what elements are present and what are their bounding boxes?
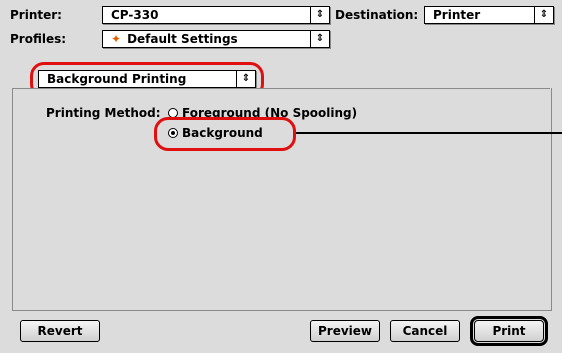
printer-label: Printer:: [10, 8, 62, 22]
destination-value: Printer: [433, 8, 481, 22]
panel-divider: [12, 88, 550, 89]
updown-arrows-icon: ⇕: [236, 71, 255, 87]
preview-button[interactable]: Preview: [310, 320, 380, 342]
profiles-label: Profiles:: [10, 32, 67, 46]
profiles-value: Default Settings: [127, 32, 238, 46]
printer-value: CP-330: [111, 8, 159, 22]
radio-background-label: Background: [182, 126, 263, 140]
radio-button-selected-icon: [168, 128, 178, 138]
print-button[interactable]: Print: [470, 316, 548, 346]
cancel-button[interactable]: Cancel: [390, 320, 460, 342]
destination-label: Destination:: [335, 8, 419, 22]
panel-selector-popup[interactable]: Background Printing ⇕: [38, 70, 256, 88]
radio-foreground-label: Foreground (No Spooling): [182, 106, 358, 120]
profiles-popup[interactable]: ✦ Default Settings ⇕: [102, 30, 330, 48]
destination-popup[interactable]: Printer ⇕: [424, 6, 554, 24]
callout-line: [296, 132, 562, 134]
revert-button[interactable]: Revert: [20, 320, 100, 342]
updown-arrows-icon: ⇕: [310, 7, 329, 23]
print-dialog: Printer: CP-330 ⇕ Destination: Printer ⇕…: [0, 0, 562, 353]
radio-button-icon: [168, 108, 178, 118]
updown-arrows-icon: ⇕: [534, 7, 553, 23]
flame-icon: ✦: [111, 32, 122, 46]
radio-foreground[interactable]: Foreground (No Spooling): [168, 106, 357, 120]
panel-selector-value: Background Printing: [47, 72, 187, 86]
printing-method-label: Printing Method:: [46, 106, 161, 120]
printer-popup[interactable]: CP-330 ⇕: [102, 6, 330, 24]
updown-arrows-icon: ⇕: [310, 31, 329, 47]
radio-background[interactable]: Background: [168, 126, 263, 140]
settings-panel: [12, 88, 552, 311]
